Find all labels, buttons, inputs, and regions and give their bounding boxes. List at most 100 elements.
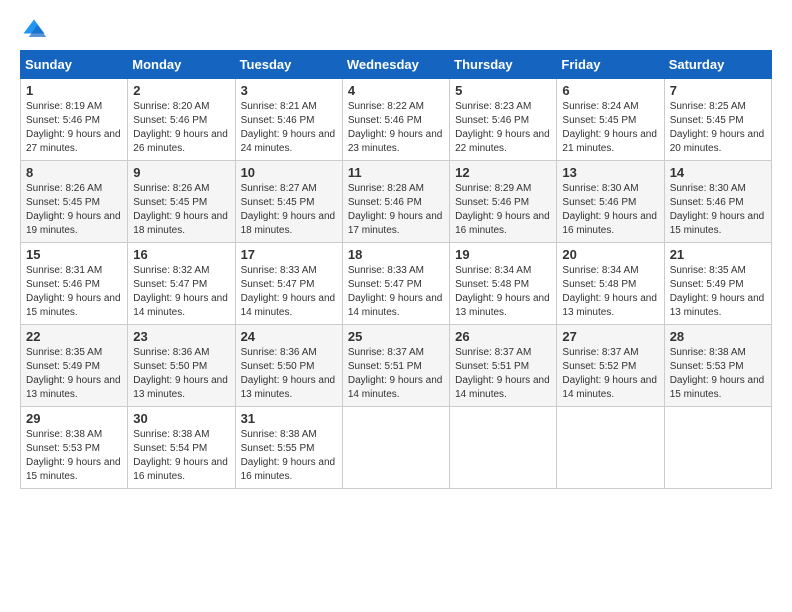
- day-number: 10: [241, 165, 337, 180]
- logo-icon: [20, 16, 48, 44]
- day-number: 21: [670, 247, 766, 262]
- day-info: Sunrise: 8:29 AMSunset: 5:46 PMDaylight:…: [455, 182, 551, 238]
- day-info: Sunrise: 8:23 AMSunset: 5:46 PMDaylight:…: [455, 100, 551, 156]
- calendar-cell: 24 Sunrise: 8:36 AMSunset: 5:50 PMDaylig…: [235, 325, 342, 407]
- day-info: Sunrise: 8:27 AMSunset: 5:45 PMDaylight:…: [241, 182, 337, 238]
- day-number: 16: [133, 247, 229, 262]
- calendar-cell: 8 Sunrise: 8:26 AMSunset: 5:45 PMDayligh…: [21, 161, 128, 243]
- day-info: Sunrise: 8:21 AMSunset: 5:46 PMDaylight:…: [241, 100, 337, 156]
- calendar-cell: 28 Sunrise: 8:38 AMSunset: 5:53 PMDaylig…: [664, 325, 771, 407]
- day-number: 25: [348, 329, 444, 344]
- calendar-cell: 30 Sunrise: 8:38 AMSunset: 5:54 PMDaylig…: [128, 407, 235, 489]
- calendar-cell: [450, 407, 557, 489]
- day-info: Sunrise: 8:36 AMSunset: 5:50 PMDaylight:…: [241, 346, 337, 402]
- calendar-cell: 12 Sunrise: 8:29 AMSunset: 5:46 PMDaylig…: [450, 161, 557, 243]
- calendar-cell: 18 Sunrise: 8:33 AMSunset: 5:47 PMDaylig…: [342, 243, 449, 325]
- day-number: 19: [455, 247, 551, 262]
- day-info: Sunrise: 8:34 AMSunset: 5:48 PMDaylight:…: [562, 264, 658, 320]
- calendar-week-row: 22 Sunrise: 8:35 AMSunset: 5:49 PMDaylig…: [21, 325, 772, 407]
- day-number: 8: [26, 165, 122, 180]
- day-info: Sunrise: 8:28 AMSunset: 5:46 PMDaylight:…: [348, 182, 444, 238]
- calendar-week-row: 15 Sunrise: 8:31 AMSunset: 5:46 PMDaylig…: [21, 243, 772, 325]
- calendar-cell: 13 Sunrise: 8:30 AMSunset: 5:46 PMDaylig…: [557, 161, 664, 243]
- day-info: Sunrise: 8:19 AMSunset: 5:46 PMDaylight:…: [26, 100, 122, 156]
- day-info: Sunrise: 8:30 AMSunset: 5:46 PMDaylight:…: [562, 182, 658, 238]
- calendar-week-row: 1 Sunrise: 8:19 AMSunset: 5:46 PMDayligh…: [21, 79, 772, 161]
- day-number: 6: [562, 83, 658, 98]
- day-number: 3: [241, 83, 337, 98]
- day-info: Sunrise: 8:33 AMSunset: 5:47 PMDaylight:…: [348, 264, 444, 320]
- day-info: Sunrise: 8:37 AMSunset: 5:51 PMDaylight:…: [348, 346, 444, 402]
- day-number: 5: [455, 83, 551, 98]
- calendar-cell: 1 Sunrise: 8:19 AMSunset: 5:46 PMDayligh…: [21, 79, 128, 161]
- calendar-cell: 2 Sunrise: 8:20 AMSunset: 5:46 PMDayligh…: [128, 79, 235, 161]
- calendar-cell: 11 Sunrise: 8:28 AMSunset: 5:46 PMDaylig…: [342, 161, 449, 243]
- calendar-cell: 6 Sunrise: 8:24 AMSunset: 5:45 PMDayligh…: [557, 79, 664, 161]
- calendar-header-saturday: Saturday: [664, 51, 771, 79]
- day-number: 18: [348, 247, 444, 262]
- day-info: Sunrise: 8:26 AMSunset: 5:45 PMDaylight:…: [133, 182, 229, 238]
- calendar-cell: [557, 407, 664, 489]
- calendar-cell: [664, 407, 771, 489]
- day-number: 26: [455, 329, 551, 344]
- day-number: 24: [241, 329, 337, 344]
- day-number: 29: [26, 411, 122, 426]
- calendar-header-friday: Friday: [557, 51, 664, 79]
- day-number: 31: [241, 411, 337, 426]
- calendar-week-row: 8 Sunrise: 8:26 AMSunset: 5:45 PMDayligh…: [21, 161, 772, 243]
- day-info: Sunrise: 8:37 AMSunset: 5:52 PMDaylight:…: [562, 346, 658, 402]
- day-info: Sunrise: 8:35 AMSunset: 5:49 PMDaylight:…: [670, 264, 766, 320]
- day-info: Sunrise: 8:20 AMSunset: 5:46 PMDaylight:…: [133, 100, 229, 156]
- calendar-cell: 17 Sunrise: 8:33 AMSunset: 5:47 PMDaylig…: [235, 243, 342, 325]
- calendar-cell: 27 Sunrise: 8:37 AMSunset: 5:52 PMDaylig…: [557, 325, 664, 407]
- day-info: Sunrise: 8:30 AMSunset: 5:46 PMDaylight:…: [670, 182, 766, 238]
- day-info: Sunrise: 8:38 AMSunset: 5:54 PMDaylight:…: [133, 428, 229, 484]
- day-number: 12: [455, 165, 551, 180]
- day-number: 1: [26, 83, 122, 98]
- calendar-cell: 21 Sunrise: 8:35 AMSunset: 5:49 PMDaylig…: [664, 243, 771, 325]
- calendar-cell: 5 Sunrise: 8:23 AMSunset: 5:46 PMDayligh…: [450, 79, 557, 161]
- page-header: [20, 16, 772, 44]
- day-number: 13: [562, 165, 658, 180]
- calendar-cell: 23 Sunrise: 8:36 AMSunset: 5:50 PMDaylig…: [128, 325, 235, 407]
- calendar-cell: [342, 407, 449, 489]
- calendar-cell: 20 Sunrise: 8:34 AMSunset: 5:48 PMDaylig…: [557, 243, 664, 325]
- calendar-cell: 31 Sunrise: 8:38 AMSunset: 5:55 PMDaylig…: [235, 407, 342, 489]
- calendar-header-wednesday: Wednesday: [342, 51, 449, 79]
- calendar-cell: 4 Sunrise: 8:22 AMSunset: 5:46 PMDayligh…: [342, 79, 449, 161]
- calendar-cell: 3 Sunrise: 8:21 AMSunset: 5:46 PMDayligh…: [235, 79, 342, 161]
- calendar-cell: 29 Sunrise: 8:38 AMSunset: 5:53 PMDaylig…: [21, 407, 128, 489]
- calendar-header-row: SundayMondayTuesdayWednesdayThursdayFrid…: [21, 51, 772, 79]
- calendar-cell: 26 Sunrise: 8:37 AMSunset: 5:51 PMDaylig…: [450, 325, 557, 407]
- day-number: 27: [562, 329, 658, 344]
- day-number: 9: [133, 165, 229, 180]
- calendar-header-monday: Monday: [128, 51, 235, 79]
- day-info: Sunrise: 8:37 AMSunset: 5:51 PMDaylight:…: [455, 346, 551, 402]
- day-info: Sunrise: 8:38 AMSunset: 5:53 PMDaylight:…: [670, 346, 766, 402]
- calendar-cell: 9 Sunrise: 8:26 AMSunset: 5:45 PMDayligh…: [128, 161, 235, 243]
- calendar-cell: 16 Sunrise: 8:32 AMSunset: 5:47 PMDaylig…: [128, 243, 235, 325]
- day-number: 15: [26, 247, 122, 262]
- day-info: Sunrise: 8:32 AMSunset: 5:47 PMDaylight:…: [133, 264, 229, 320]
- day-number: 17: [241, 247, 337, 262]
- day-number: 2: [133, 83, 229, 98]
- day-number: 4: [348, 83, 444, 98]
- day-info: Sunrise: 8:35 AMSunset: 5:49 PMDaylight:…: [26, 346, 122, 402]
- logo: [20, 16, 52, 44]
- calendar-cell: 19 Sunrise: 8:34 AMSunset: 5:48 PMDaylig…: [450, 243, 557, 325]
- day-number: 28: [670, 329, 766, 344]
- calendar-table: SundayMondayTuesdayWednesdayThursdayFrid…: [20, 50, 772, 489]
- calendar-header-tuesday: Tuesday: [235, 51, 342, 79]
- day-info: Sunrise: 8:38 AMSunset: 5:55 PMDaylight:…: [241, 428, 337, 484]
- calendar-cell: 25 Sunrise: 8:37 AMSunset: 5:51 PMDaylig…: [342, 325, 449, 407]
- day-info: Sunrise: 8:31 AMSunset: 5:46 PMDaylight:…: [26, 264, 122, 320]
- day-number: 22: [26, 329, 122, 344]
- day-info: Sunrise: 8:33 AMSunset: 5:47 PMDaylight:…: [241, 264, 337, 320]
- day-number: 20: [562, 247, 658, 262]
- day-info: Sunrise: 8:38 AMSunset: 5:53 PMDaylight:…: [26, 428, 122, 484]
- day-number: 14: [670, 165, 766, 180]
- calendar-week-row: 29 Sunrise: 8:38 AMSunset: 5:53 PMDaylig…: [21, 407, 772, 489]
- day-number: 30: [133, 411, 229, 426]
- calendar-cell: 14 Sunrise: 8:30 AMSunset: 5:46 PMDaylig…: [664, 161, 771, 243]
- calendar-header-thursday: Thursday: [450, 51, 557, 79]
